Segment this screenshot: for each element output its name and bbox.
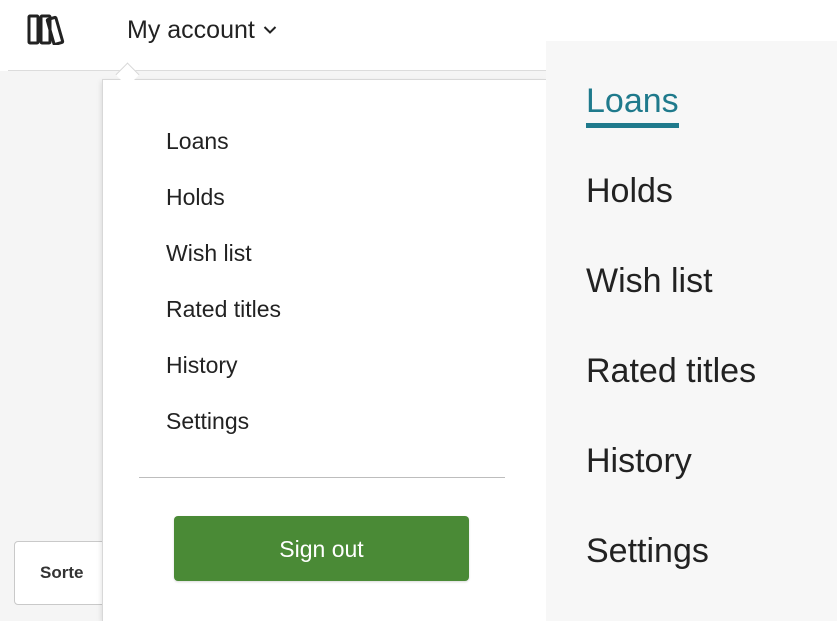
dropdown-item-history[interactable]: History — [166, 350, 281, 406]
my-account-label: My account — [127, 15, 255, 44]
dropdown-item-settings[interactable]: Settings — [166, 406, 281, 462]
side-nav-item-settings[interactable]: Settings — [586, 531, 756, 621]
side-nav-item-history[interactable]: History — [586, 441, 756, 531]
books-library-icon[interactable] — [27, 13, 69, 45]
my-account-toggle[interactable]: My account — [127, 14, 277, 46]
side-nav-item-holds[interactable]: Holds — [586, 171, 756, 261]
side-nav-item-rated-titles[interactable]: Rated titles — [586, 351, 756, 441]
dropdown-item-holds[interactable]: Holds — [166, 182, 281, 238]
top-bar-divider — [8, 70, 546, 71]
side-nav-item-label: History — [586, 442, 692, 480]
account-side-nav: Loans Holds Wish list Rated titles Histo… — [546, 41, 837, 621]
side-nav-item-wish-list[interactable]: Wish list — [586, 261, 756, 351]
side-nav-item-label: Wish list — [586, 262, 713, 300]
sort-button-label: Sorte — [40, 563, 84, 582]
top-bar: My account — [0, 0, 546, 71]
side-nav-item-label: Loans — [586, 81, 679, 128]
chevron-down-icon — [263, 26, 277, 34]
dropdown-item-loans[interactable]: Loans — [166, 126, 281, 182]
dropdown-divider — [139, 477, 505, 478]
library-app-window: My account Sorte Loans Holds Wish list R… — [0, 0, 546, 621]
dropdown-item-wish-list[interactable]: Wish list — [166, 238, 281, 294]
dropdown-item-rated-titles[interactable]: Rated titles — [166, 294, 281, 350]
side-nav-item-label: Settings — [586, 532, 709, 570]
account-dropdown: Loans Holds Wish list Rated titles Histo… — [102, 79, 546, 621]
side-nav-item-label: Rated titles — [586, 352, 757, 390]
account-dropdown-menu: Loans Holds Wish list Rated titles Histo… — [166, 126, 281, 462]
side-nav-item-loans[interactable]: Loans — [586, 81, 756, 171]
sign-out-button[interactable]: Sign out — [174, 516, 469, 581]
side-nav-menu: Loans Holds Wish list Rated titles Histo… — [586, 81, 756, 621]
side-nav-item-label: Holds — [586, 172, 673, 210]
